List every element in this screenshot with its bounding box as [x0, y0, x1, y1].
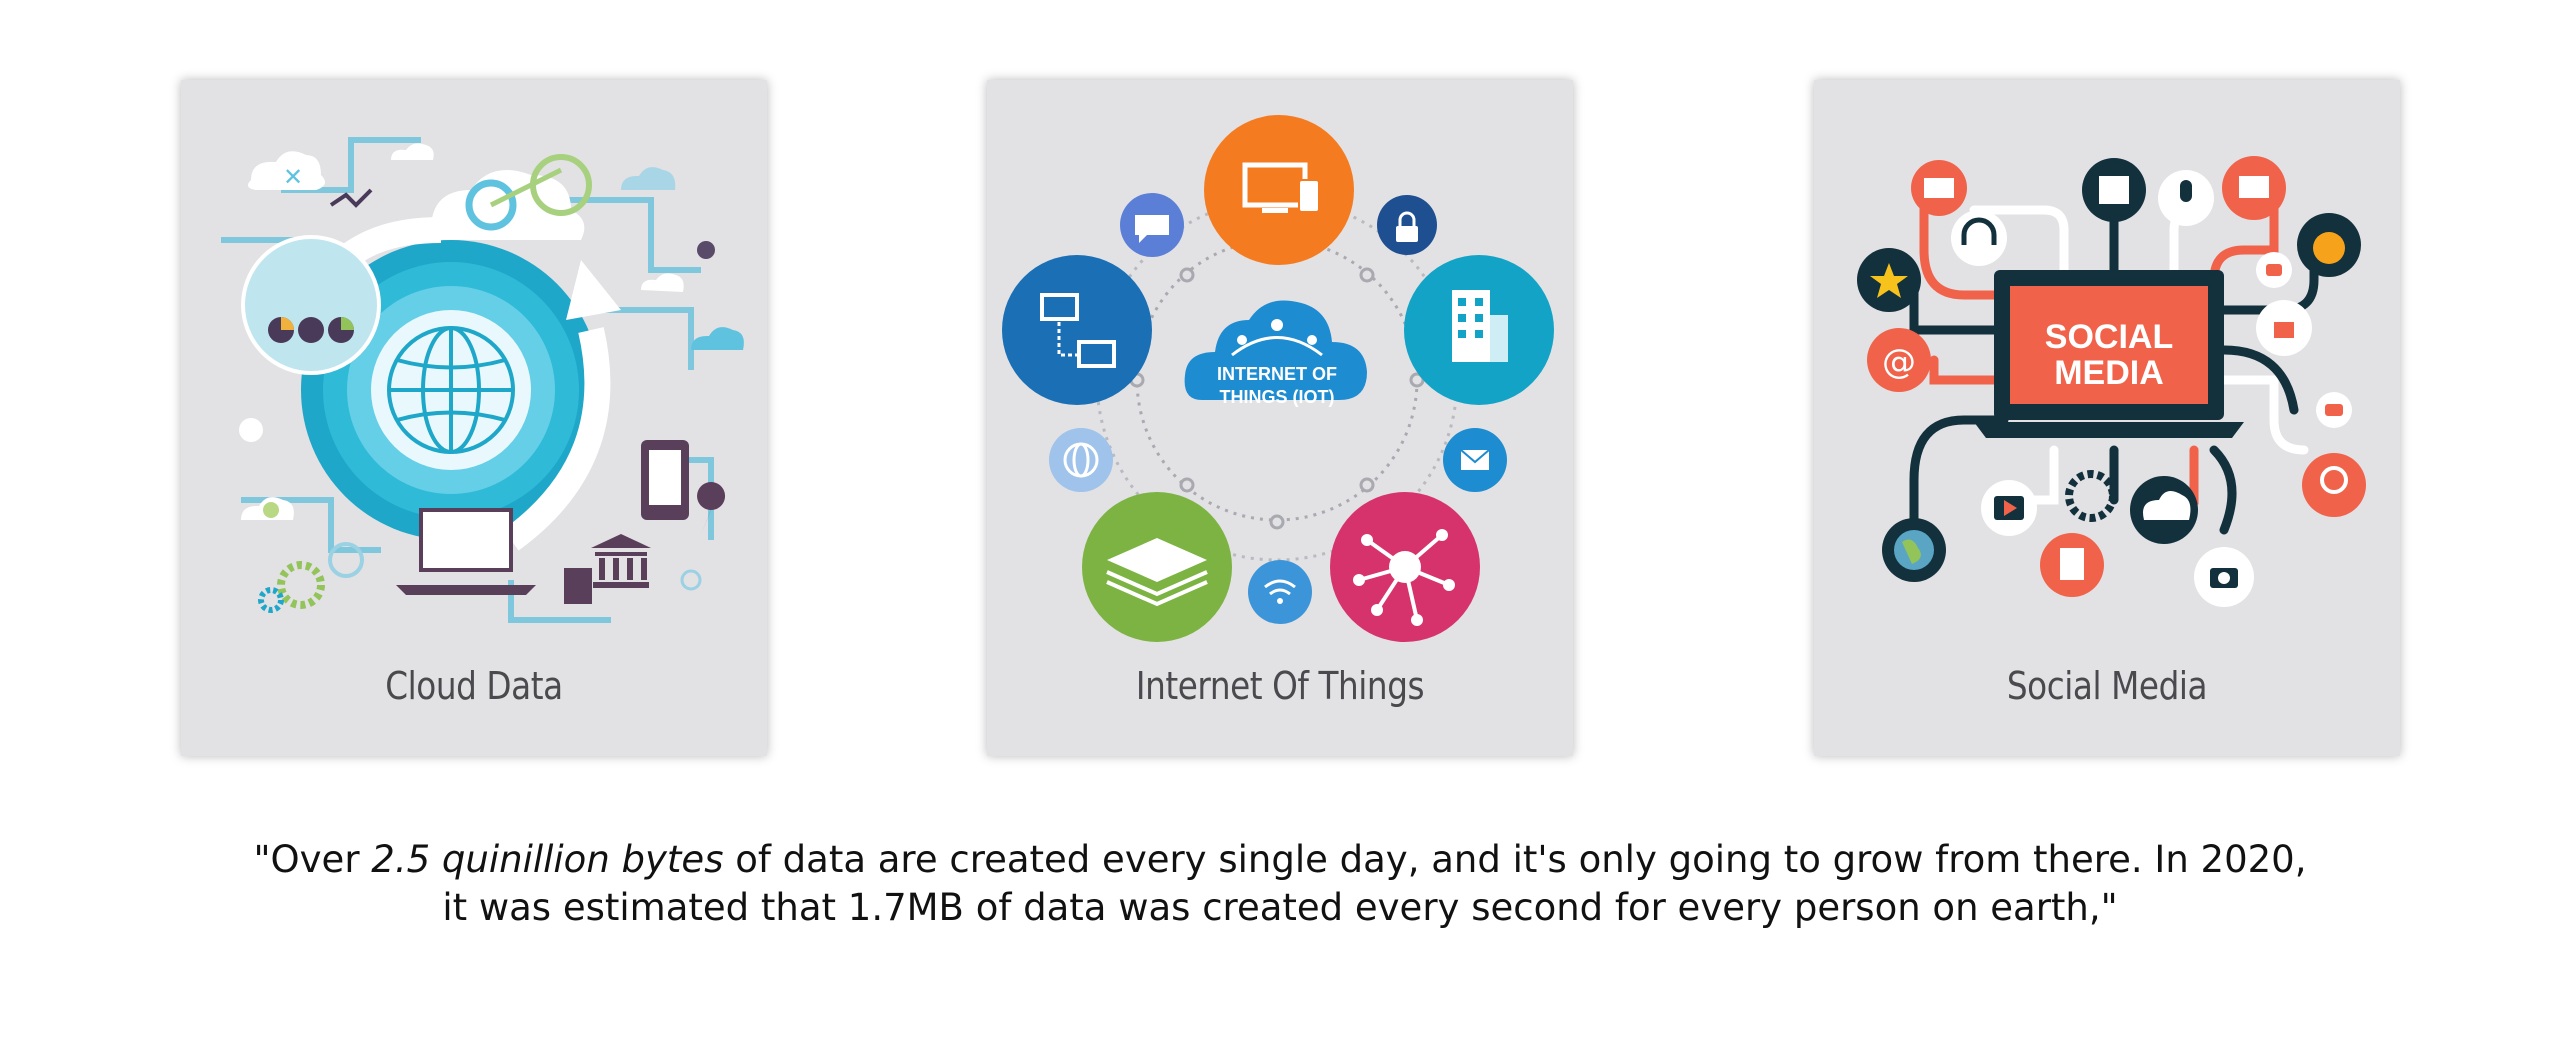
social-media-illustration: SOCIAL MEDIA @	[1857, 156, 2366, 607]
iot-illustration: INTERNET OF THINGS (IOT)	[1002, 115, 1554, 642]
quote-emphasis: 2.5 quinillion bytes	[371, 838, 724, 881]
svg-text:@: @	[1882, 342, 1916, 382]
iot-center-text-1: INTERNET OF	[1217, 364, 1337, 384]
social-media-card: SOCIAL MEDIA @ Social Media	[1814, 80, 2400, 756]
data-quote: "Over 2.5 quinillion bytes of data are c…	[80, 836, 2480, 932]
social-media-label: Social Media	[2006, 664, 2208, 708]
iot-card: INTERNET OF THINGS (IOT) Internet Of Thi…	[987, 80, 1573, 756]
social-screen-text-1: SOCIAL	[2045, 318, 2173, 356]
svg-text:✕: ✕	[283, 163, 303, 191]
quote-open: "Over	[253, 838, 372, 881]
cloud-data-illustration: ✕	[221, 137, 744, 623]
quote-line1-rest: of data are created every single day, an…	[723, 838, 2307, 881]
quote-line2: it was estimated that 1.7MB of data was …	[442, 886, 2118, 929]
cloud-data-label: Cloud Data	[385, 664, 563, 708]
iot-label: Internet Of Things	[1135, 664, 1425, 708]
cloud-data-card: ✕ Cloud Data	[181, 80, 767, 756]
social-screen-text-2: MEDIA	[2054, 354, 2164, 392]
iot-center-text-2: THINGS (IOT)	[1220, 387, 1335, 407]
